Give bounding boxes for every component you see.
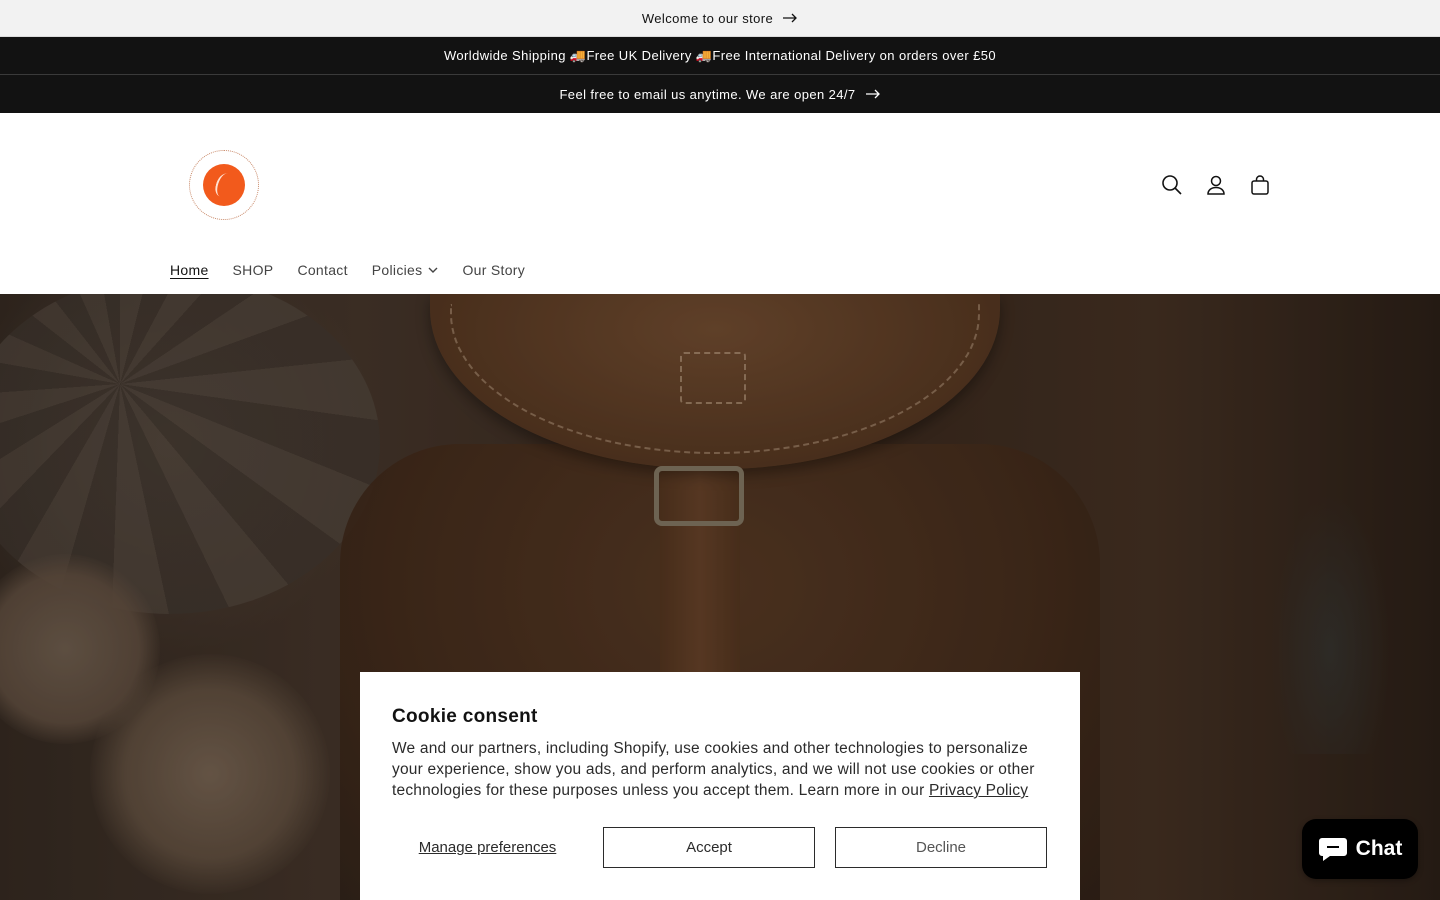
account-icon[interactable]	[1204, 173, 1228, 197]
cookie-consent-dialog: Cookie consent We and our partners, incl…	[360, 672, 1080, 900]
nav-item-contact[interactable]: Contact	[297, 262, 347, 278]
manage-preferences-button[interactable]: Manage preferences	[392, 827, 583, 868]
cookie-actions: Manage preferences Accept Decline	[392, 827, 1048, 868]
announcement-welcome[interactable]: Welcome to our store	[0, 0, 1440, 37]
cart-icon[interactable]	[1248, 173, 1272, 197]
cookie-body: We and our partners, including Shopify, …	[392, 738, 1052, 801]
site-header: Home SHOP Contact Policies Our Story	[0, 113, 1440, 294]
accept-button[interactable]: Accept	[603, 827, 815, 868]
logo-mark	[213, 171, 235, 199]
store-logo[interactable]	[189, 150, 259, 220]
arrow-right-icon	[865, 89, 881, 99]
nav-item-our-story[interactable]: Our Story	[462, 262, 525, 278]
announcement-email-text: Feel free to email us anytime. We are op…	[559, 86, 856, 102]
announcement-shipping: Worldwide Shipping 🚚Free UK Delivery 🚚Fr…	[0, 37, 1440, 75]
logo-disc	[203, 164, 245, 206]
announcement-welcome-text: Welcome to our store	[641, 10, 774, 26]
cookie-title: Cookie consent	[392, 706, 538, 727]
announcement-shipping-text: Worldwide Shipping 🚚Free UK Delivery 🚚Fr…	[443, 47, 996, 63]
header-icons	[1160, 173, 1272, 197]
announcement-email[interactable]: Feel free to email us anytime. We are op…	[0, 75, 1440, 113]
decline-button[interactable]: Decline	[835, 827, 1047, 868]
nav-item-policies-label: Policies	[371, 262, 423, 278]
main-nav: Home SHOP Contact Policies Our Story	[170, 262, 525, 278]
chat-button[interactable]: Chat	[1302, 819, 1418, 879]
nav-item-home[interactable]: Home	[170, 262, 209, 278]
nav-item-shop[interactable]: SHOP	[233, 262, 274, 278]
chat-bubble-icon	[1318, 838, 1347, 861]
arrow-right-icon	[783, 13, 798, 23]
nav-item-policies[interactable]: Policies	[372, 262, 439, 278]
search-icon[interactable]	[1160, 173, 1184, 197]
privacy-policy-link[interactable]: Privacy Policy	[929, 782, 1028, 799]
chat-label: Chat	[1355, 837, 1403, 860]
chevron-down-icon	[428, 267, 438, 273]
